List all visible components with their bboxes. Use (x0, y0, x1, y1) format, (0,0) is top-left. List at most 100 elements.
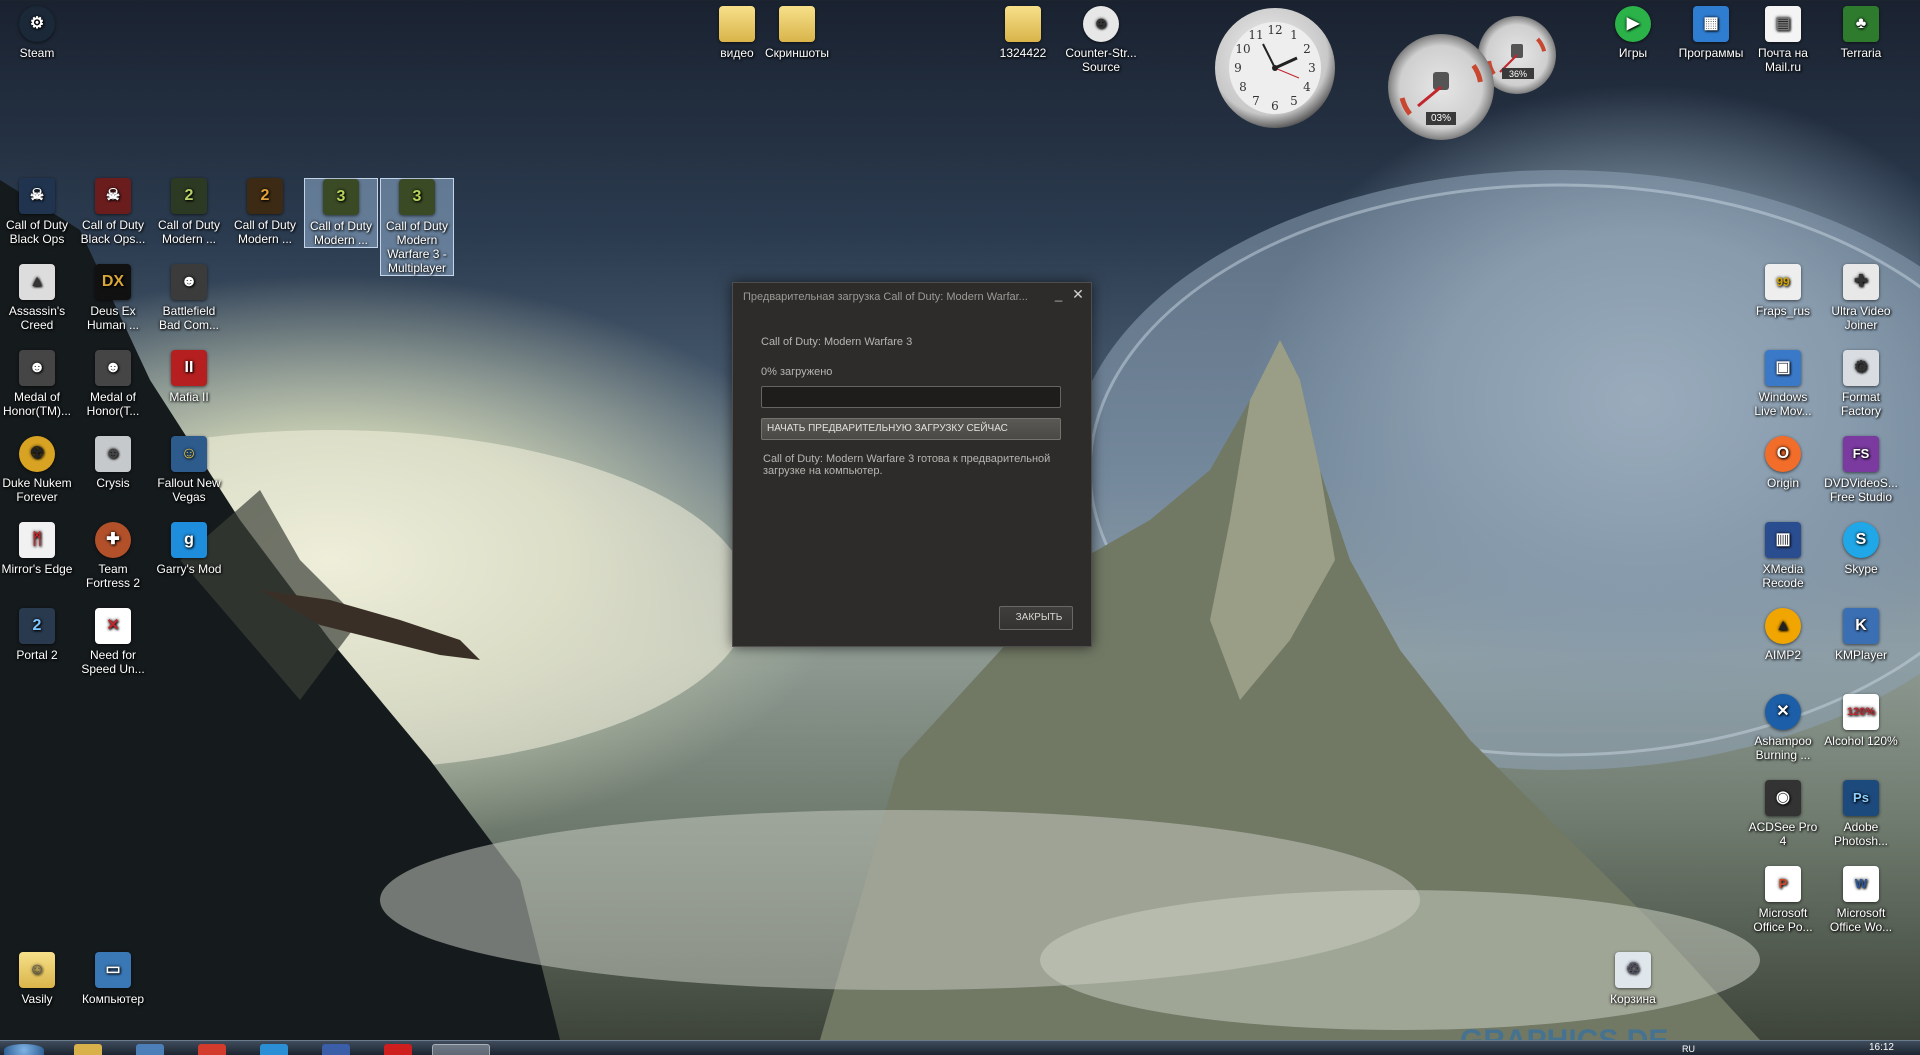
taskbar-floppy-icon[interactable] (322, 1044, 350, 1055)
desktop-icon-computer[interactable]: ▭ Компьютер (76, 952, 150, 1006)
taskbar-clock[interactable]: 16:12 (1869, 1042, 1894, 1053)
desktop-icon-fallout-new-vegas[interactable]: ☺ Fallout New Vegas (152, 436, 226, 504)
video-joiner-icon: ✚ (1843, 264, 1879, 300)
icon-label: Компьютер (81, 992, 145, 1006)
desktop-icon-vasily[interactable]: ☺ Vasily (0, 952, 74, 1006)
taskbar-opera-icon[interactable] (384, 1044, 412, 1055)
close-icon[interactable]: ✕ (1071, 286, 1085, 303)
garrys-mod-icon: g (171, 522, 207, 558)
desktop-icon-mail[interactable]: ▤ Почта на Mail.ru (1746, 6, 1820, 74)
aimp-icon: ▲ (1765, 608, 1801, 644)
icon-label: Ultra Video Joiner (1831, 304, 1891, 332)
desktop-icon-dvdvideosoft[interactable]: FS DVDVideoS... Free Studio (1824, 436, 1898, 504)
desktop-icon-need-for-speed[interactable]: ✕ Need for Speed Un... (76, 608, 150, 676)
cpu-gauge[interactable]: 03% (1388, 34, 1494, 140)
taskbar-chrome-icon[interactable] (198, 1044, 226, 1055)
icon-label: Скриншоты (764, 46, 830, 60)
desktop-icon-alcohol-120[interactable]: 120% Alcohol 120% (1824, 694, 1898, 748)
desktop-icon-windows-live-movie[interactable]: ▣ Windows Live Mov... (1746, 350, 1820, 418)
document-icon: ▤ (1765, 6, 1801, 42)
desktop-icon-garrys-mod[interactable]: g Garry's Mod (152, 522, 226, 576)
desktop-icon-acdsee[interactable]: ◉ ACDSee Pro 4 (1746, 780, 1820, 848)
taskbar-explorer-icon[interactable] (74, 1044, 102, 1055)
desktop-icon-terraria[interactable]: ♣ Terraria (1824, 6, 1898, 60)
start-preload-button[interactable]: НАЧАТЬ ПРЕДВАРИТЕЛЬНУЮ ЗАГРУЗКУ СЕЙЧАС (761, 418, 1061, 440)
desktop-icon-powerpoint[interactable]: P Microsoft Office Po... (1746, 866, 1820, 934)
desktop-icon-steam[interactable]: ⚙ Steam (0, 6, 74, 60)
programs-icon: ▦ (1693, 6, 1729, 42)
desktop-icon-ashampoo[interactable]: ✕ Ashampoo Burning ... (1746, 694, 1820, 762)
icon-label: Mirror's Edge (1, 562, 73, 576)
desktop-icon-duke-nukem[interactable]: ☢ Duke Nukem Forever (0, 436, 74, 504)
desktop-icon-cod-mw3-multiplayer[interactable]: 3 Call of Duty Modern Warfare 3 - Multip… (380, 178, 454, 276)
desktop-icon-mafia-2[interactable]: II Mafia II (152, 350, 226, 404)
desktop-icon-team-fortress-2[interactable]: ✚ Team Fortress 2 (76, 522, 150, 590)
desktop-icon-programs[interactable]: ▦ Программы (1674, 6, 1748, 60)
medal-of-honor-icon: ☻ (19, 350, 55, 386)
desktop-icon-cod-black-ops[interactable]: ☠ Call of Duty Black Ops (0, 178, 74, 246)
desktop-icon-mirrors-edge[interactable]: ᛗ Mirror's Edge (0, 522, 74, 576)
counter-strike-icon: ☻ (1083, 6, 1119, 42)
icon-label: 1324422 (999, 46, 1047, 60)
desktop-icon-medal-of-honor-a[interactable]: ☻ Medal of Honor(TM)... (0, 350, 74, 418)
format-factory-icon: ⚙ (1843, 350, 1879, 386)
desktop-icon-aimp2[interactable]: ▲ AIMP2 (1746, 608, 1820, 662)
desktop-icon-counter-strike[interactable]: ☻ Counter-Str... Source (1064, 6, 1138, 74)
desktop-icon-crysis[interactable]: ☻ Crysis (76, 436, 150, 490)
desktop-icon-origin[interactable]: O Origin (1746, 436, 1820, 490)
clock-number: 6 (1271, 99, 1279, 113)
desktop-icon-format-factory[interactable]: ⚙ Format Factory (1824, 350, 1898, 418)
desktop-icon-photoshop[interactable]: Ps Adobe Photosh... (1824, 780, 1898, 848)
computer-icon: ▭ (95, 952, 131, 988)
icon-label: Call of Duty Black Ops... (80, 218, 146, 246)
desktop-icon-cod-mw2-b[interactable]: 2 Call of Duty Modern ... (228, 178, 302, 246)
minimize-icon[interactable]: _ (1055, 287, 1062, 302)
desktop-icon-cod-mw3[interactable]: 3 Call of Duty Modern ... (304, 178, 378, 248)
desktop-icon-ultra-video-joiner[interactable]: ✚ Ultra Video Joiner (1824, 264, 1898, 332)
recycle-bin-icon: ♲ (1615, 952, 1651, 988)
close-button[interactable]: ЗАКРЫТЬ (999, 606, 1073, 630)
icon-label: Call of Duty Modern Warfare 3 - Multipla… (385, 219, 449, 275)
desktop-icon-deus-ex[interactable]: DX Deus Ex Human ... (76, 264, 150, 332)
desktop-icon-portal-2[interactable]: 2 Portal 2 (0, 608, 74, 662)
start-button[interactable] (4, 1044, 44, 1055)
icon-label: Корзина (1610, 992, 1656, 1006)
taskbar-media-icon[interactable] (136, 1044, 164, 1055)
memory-percent: 36% (1508, 69, 1527, 79)
black-ops-icon: ☠ (19, 178, 55, 214)
taskbar: RU 16:12 (0, 1040, 1920, 1055)
icon-label: Mafia II (169, 390, 209, 404)
icon-label: Battlefield Bad Com... (158, 304, 220, 332)
clock-gadget[interactable]: 12 1 2 3 4 5 6 7 8 9 10 11 (1215, 8, 1335, 128)
desktop-icon-recycle-bin[interactable]: ♲ Корзина (1596, 952, 1670, 1006)
desktop-icon-kmplayer[interactable]: K KMPlayer (1824, 608, 1898, 662)
clock-number: 11 (1248, 28, 1263, 42)
desktop-icon-fraps[interactable]: 99 Fraps_rus (1746, 264, 1820, 318)
taskbar-steam-icon[interactable] (432, 1044, 490, 1055)
icon-label: Assassin's Creed (8, 304, 66, 332)
desktop-icon-xmedia-recode[interactable]: ▥ XMedia Recode (1746, 522, 1820, 590)
desktop-icon-word[interactable]: W Microsoft Office Wo... (1824, 866, 1898, 934)
icon-label: Игры (1618, 46, 1648, 60)
radiation-icon: ☢ (19, 436, 55, 472)
taskbar-language[interactable]: RU (1682, 1044, 1695, 1054)
alcohol-icon: 120% (1843, 694, 1879, 730)
clock-number: 8 (1239, 80, 1247, 94)
desktop-icon-battlefield[interactable]: ☻ Battlefield Bad Com... (152, 264, 226, 332)
taskbar-ie-icon[interactable] (260, 1044, 288, 1055)
desktop-icon-cod-mw2-a[interactable]: 2 Call of Duty Modern ... (152, 178, 226, 246)
icon-label: Medal of Honor(TM)... (2, 390, 71, 418)
dialog-progress-text: 0% загружено (761, 366, 833, 378)
desktop-icon-cod-black-ops-2[interactable]: ☠ Call of Duty Black Ops... (76, 178, 150, 246)
desktop-icon-assassins-creed[interactable]: ▲ Assassin's Creed (0, 264, 74, 332)
desktop-icon-skype[interactable]: S Skype (1824, 522, 1898, 576)
mirrors-edge-icon: ᛗ (19, 522, 55, 558)
desktop-icon-1324422-folder[interactable]: 1324422 (986, 6, 1060, 60)
tf2-icon: ✚ (95, 522, 131, 558)
play-icon: ▶ (1615, 6, 1651, 42)
desktop-icon-games[interactable]: ▶ Игры (1596, 6, 1670, 60)
icon-label: Call of Duty Black Ops (5, 218, 69, 246)
desktop-icon-medal-of-honor-b[interactable]: ☻ Medal of Honor(T... (76, 350, 150, 418)
desktop-icon-screenshots-folder[interactable]: Скриншоты (760, 6, 834, 60)
cpu-gauge-dial (1398, 46, 1484, 125)
